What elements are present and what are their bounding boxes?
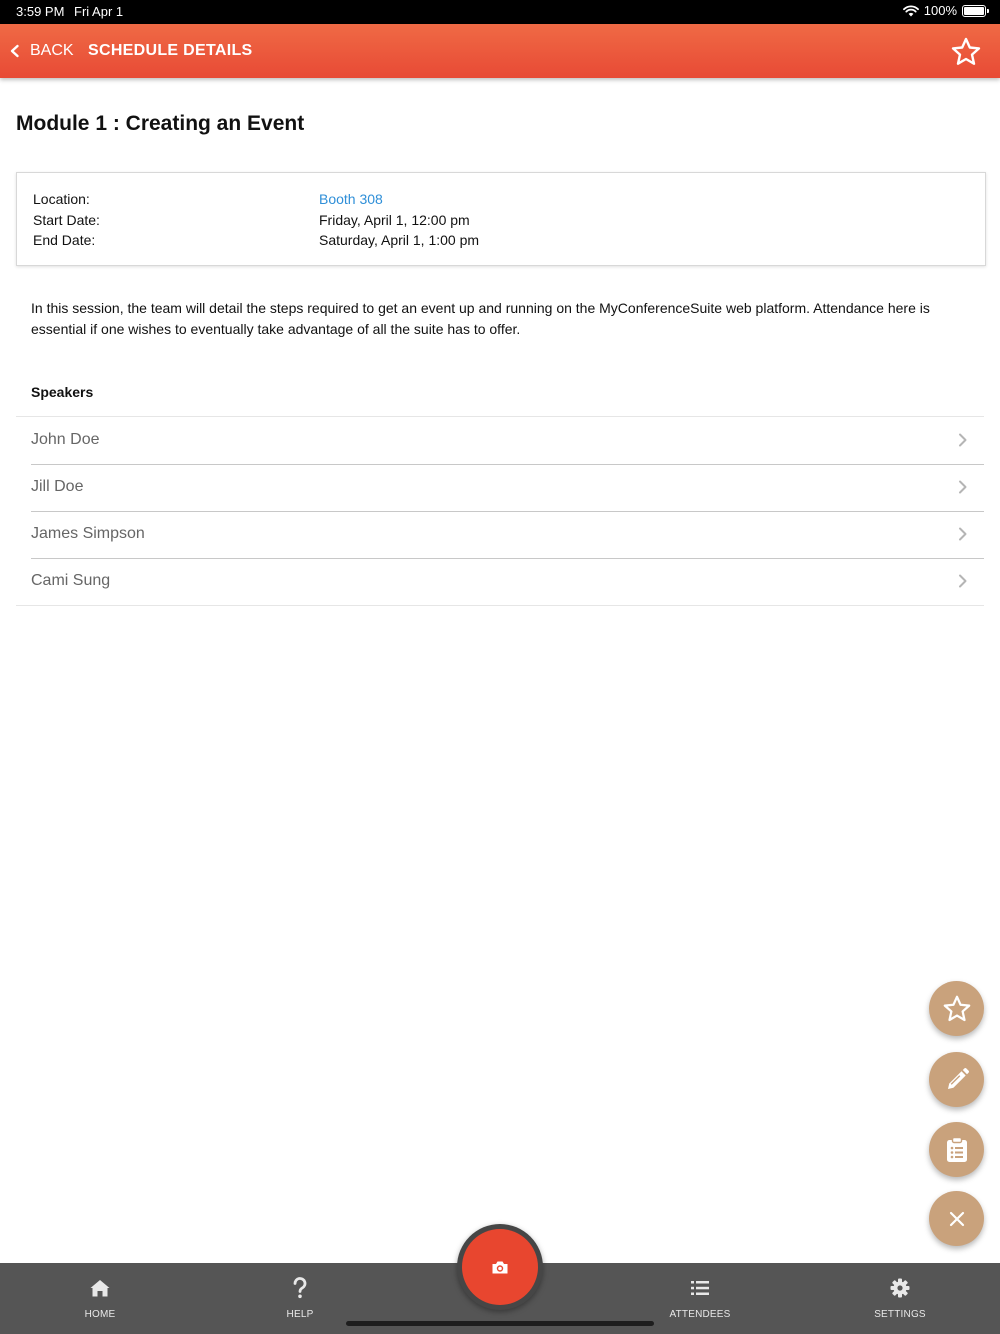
fab-edit-button[interactable] [929,1052,984,1107]
page-title: Module 1 : Creating an Event [16,112,305,135]
gear-icon [889,1277,911,1299]
close-icon [949,1211,964,1226]
chevron-left-icon [10,44,19,58]
session-description: In this session, the team will detail th… [31,300,930,337]
chevron-right-icon [959,527,967,541]
fab-favorite-button[interactable] [929,981,984,1036]
speaker-name: Cami Sung [31,572,111,589]
tab-settings[interactable]: SETTINGS [840,1263,960,1334]
speaker-name: Jill Doe [31,478,84,495]
list-icon [689,1277,711,1299]
speaker-item[interactable]: James Simpson [16,511,984,558]
session-info-card: Location: Booth 308 Start Date: Friday, … [16,172,986,266]
location-link[interactable]: Booth 308 [319,191,383,207]
speaker-name: John Doe [31,431,100,448]
wifi-icon [902,4,919,16]
chevron-right-icon [959,433,967,447]
status-indicators: 100% [902,3,989,18]
fab-close-button[interactable] [929,1191,984,1246]
battery-icon [962,4,989,17]
speaker-item[interactable]: John Doe [16,417,984,464]
pencil-icon [947,1067,969,1089]
camera-button[interactable] [462,1229,538,1305]
status-time: 3:59 PM [16,4,65,19]
home-indicator [346,1321,654,1326]
header-bar: BACK SCHEDULE DETAILS [0,24,1000,78]
tab-home-label: HOME [84,1309,116,1320]
home-icon [89,1277,111,1299]
tab-home[interactable]: HOME [40,1263,160,1334]
clipboard-icon [946,1136,967,1162]
fab-notes-button[interactable] [929,1122,984,1177]
end-date-label: End Date: [33,232,96,248]
star-icon [943,995,970,1021]
back-button[interactable]: BACK [8,24,74,78]
back-label: BACK [30,42,74,59]
tab-settings-label: SETTINGS [874,1309,926,1320]
speakers-list: John Doe Jill Doe James Simpson Cami Sun… [16,416,984,606]
camera-icon [492,1261,508,1273]
favorite-star-icon[interactable] [950,36,982,68]
chevron-right-icon [959,480,967,494]
status-bar: 3:59 PM Fri Apr 1 100% [0,0,1000,24]
header-title: SCHEDULE DETAILS [88,42,253,59]
speaker-item[interactable]: Cami Sung [16,558,984,605]
tab-help[interactable]: HELP [240,1263,360,1334]
tab-attendees[interactable]: ATTENDEES [640,1263,760,1334]
speaker-name: James Simpson [31,525,145,542]
chevron-right-icon [959,574,967,588]
speakers-heading: Speakers [31,384,94,400]
location-label: Location: [33,191,90,207]
tab-attendees-label: ATTENDEES [669,1309,731,1320]
question-icon [289,1277,311,1299]
start-date-label: Start Date: [33,212,100,228]
tab-help-label: HELP [286,1309,314,1320]
battery-percent: 100% [923,3,957,18]
start-date-value: Friday, April 1, 12:00 pm [319,212,470,228]
status-date: Fri Apr 1 [74,4,124,19]
speaker-item[interactable]: Jill Doe [16,464,984,511]
end-date-value: Saturday, April 1, 1:00 pm [319,232,480,248]
